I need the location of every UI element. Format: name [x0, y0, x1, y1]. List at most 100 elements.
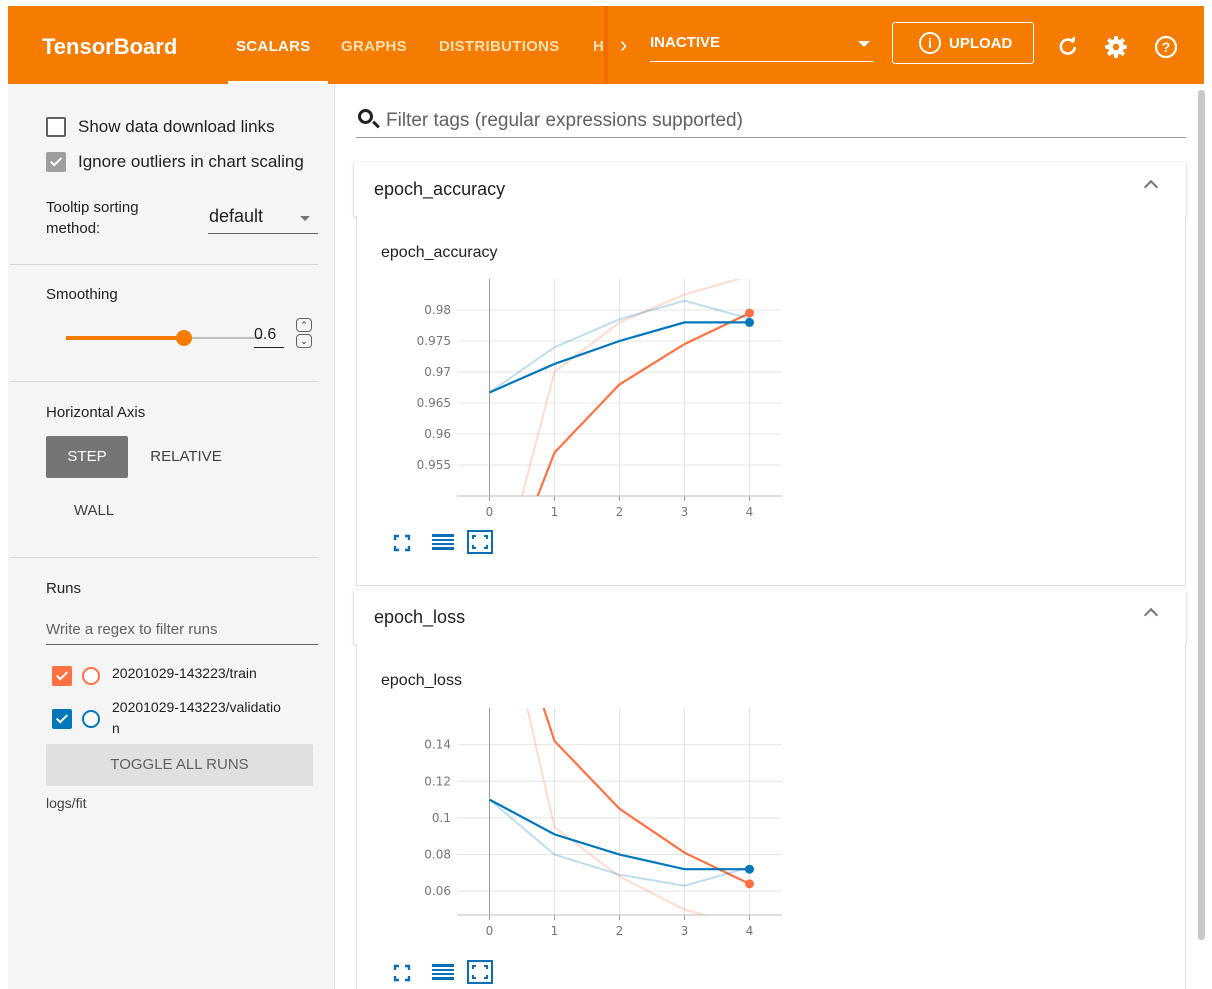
ignore-outliers-checkbox[interactable] [46, 152, 66, 172]
x-tick-label: 3 [681, 924, 689, 938]
tag-filter-input[interactable]: Filter tags (regular expressions support… [356, 106, 1186, 138]
y-tick-label: 0.98 [424, 303, 451, 317]
logdir-label: logs/fit [46, 795, 87, 811]
tab-histograms-truncated[interactable]: H [593, 38, 603, 55]
smoothing-slider-thumb[interactable] [175, 330, 192, 346]
smoothing-label: Smoothing [46, 286, 118, 303]
tooltip-sorting-select[interactable]: default [208, 204, 318, 234]
y-tick-label: 0.1 [432, 811, 451, 825]
chart-title: epoch_accuracy [381, 244, 498, 261]
x-tick-label: 4 [746, 924, 754, 938]
expand-chart-icon[interactable] [467, 530, 493, 554]
chart-title: epoch_loss [381, 672, 462, 689]
show-download-links-label: Show data download links [78, 117, 275, 136]
main-scrollbar[interactable] [1196, 90, 1206, 940]
series-end-point [745, 308, 754, 318]
tooltip-sorting-value: default [209, 206, 264, 226]
gear-icon[interactable] [1104, 35, 1128, 64]
spinner-up-icon[interactable]: ⌃ [296, 318, 312, 332]
run-train-name: 20201029-143223/train [112, 665, 257, 681]
x-tick-label: 1 [551, 924, 559, 938]
app-title: TensorBoard [42, 34, 178, 59]
upload-label: UPLOAD [949, 35, 1013, 52]
x-tick-label: 1 [551, 505, 559, 519]
axis-step-button[interactable]: STEP [46, 436, 128, 478]
svg-text:?: ? [1162, 39, 1171, 55]
card-title: epoch_accuracy [374, 179, 506, 199]
y-tick-label: 0.08 [424, 848, 451, 862]
x-tick-label: 0 [486, 505, 494, 519]
runs-label: Runs [46, 580, 82, 597]
x-tick-label: 2 [616, 505, 624, 519]
x-tick-label: 2 [616, 924, 624, 938]
y-tick-label: 0.06 [424, 884, 451, 898]
smoothing-spinner[interactable]: ⌃ ⌄ [296, 318, 314, 352]
checkmark-icon [55, 711, 69, 724]
inactive-plugins-dropdown[interactable]: INACTIVE [650, 34, 874, 62]
tabs-divider [604, 6, 608, 84]
card-header-epoch-accuracy[interactable]: epoch_accuracy [354, 162, 1186, 216]
run-validation-color-circle[interactable] [82, 710, 100, 728]
fit-domain-icon[interactable] [393, 534, 411, 552]
sidebar: Show data download links Ignore outliers… [8, 84, 335, 989]
y-tick-label: 0.975 [417, 334, 451, 348]
inactive-plugins-value: INACTIVE [650, 34, 721, 51]
series-end-point [745, 879, 754, 889]
card-header-epoch-loss[interactable]: epoch_loss [354, 590, 1186, 644]
card-title: epoch_loss [374, 607, 466, 627]
log-scale-icon[interactable] [431, 962, 455, 982]
horizontal-axis-label: Horizontal Axis [46, 404, 146, 421]
toggle-all-runs-button[interactable]: TOGGLE ALL RUNS [46, 744, 313, 786]
card-body-epoch-accuracy: epoch_accuracy 0.955 0.96 0.965 0.97 0.975 0.… [356, 216, 1186, 586]
divider [10, 381, 318, 382]
run-train-checkbox[interactable] [52, 666, 72, 686]
y-tick-label: 0.955 [417, 458, 451, 472]
smoothing-value-input[interactable]: 0.6 [254, 326, 284, 348]
y-tick-label: 0.97 [424, 365, 451, 379]
dropdown-arrow-icon [858, 41, 870, 47]
help-icon[interactable]: ? [1154, 35, 1178, 64]
run-train-color-circle[interactable] [82, 667, 100, 685]
show-download-links-checkbox[interactable] [46, 117, 66, 137]
axis-wall-button[interactable]: WALL [46, 490, 142, 532]
top-app-bar: TensorBoard SCALARS GRAPHS DISTRIBUTIONS… [8, 6, 1204, 84]
tooltip-sorting-label-cont: method: [46, 220, 101, 237]
tab-scalars[interactable]: SCALARS [236, 38, 311, 55]
divider [10, 264, 318, 265]
loss-chart[interactable]: 0.06 0.08 0.1 0.12 0.14 0 1 2 3 4 [377, 700, 797, 950]
log-scale-icon[interactable] [431, 532, 455, 552]
refresh-icon[interactable] [1058, 36, 1078, 61]
chevron-up-icon[interactable] [1143, 179, 1159, 195]
checkmark-icon [49, 154, 63, 167]
dropdown-arrow-icon [300, 216, 310, 221]
x-tick-label: 0 [486, 924, 494, 938]
scrollbar-thumb[interactable] [1198, 90, 1205, 940]
series-end-point [745, 317, 754, 327]
accuracy-chart[interactable]: 0.955 0.96 0.965 0.97 0.975 0.98 0 1 2 3 4 [377, 271, 797, 531]
chevron-right-icon[interactable]: › [620, 32, 627, 58]
fit-domain-icon[interactable] [393, 964, 411, 982]
info-icon: i [919, 32, 941, 54]
divider [10, 557, 318, 558]
main-content: Filter tags (regular expressions support… [336, 84, 1196, 989]
tab-distributions[interactable]: DISTRIBUTIONS [439, 38, 560, 55]
chevron-up-icon[interactable] [1143, 607, 1159, 623]
checkmark-icon [55, 668, 69, 681]
y-tick-label: 0.96 [424, 427, 451, 441]
run-validation-name-cont: n [112, 720, 120, 736]
tag-filter-placeholder: Filter tags (regular expressions support… [386, 110, 743, 131]
tab-graphs[interactable]: GRAPHS [341, 38, 407, 55]
upload-button[interactable]: i UPLOAD [892, 22, 1034, 64]
run-validation-checkbox[interactable] [52, 709, 72, 729]
card-body-epoch-loss: epoch_loss 0.06 0.08 0.1 0.12 0.14 0 1 2 3 4 [356, 644, 1186, 989]
y-tick-label: 0.14 [424, 738, 451, 752]
search-icon [358, 109, 373, 124]
runs-filter-input[interactable]: Write a regex to filter runs [46, 615, 318, 645]
smoothing-slider-fill [66, 336, 184, 340]
axis-relative-button[interactable]: RELATIVE [138, 436, 234, 478]
x-tick-label: 3 [681, 505, 689, 519]
spinner-down-icon[interactable]: ⌄ [296, 334, 312, 348]
tooltip-sorting-label: Tooltip sorting [46, 199, 139, 216]
expand-chart-icon[interactable] [467, 960, 493, 984]
ignore-outliers-label: Ignore outliers in chart scaling [78, 152, 304, 171]
